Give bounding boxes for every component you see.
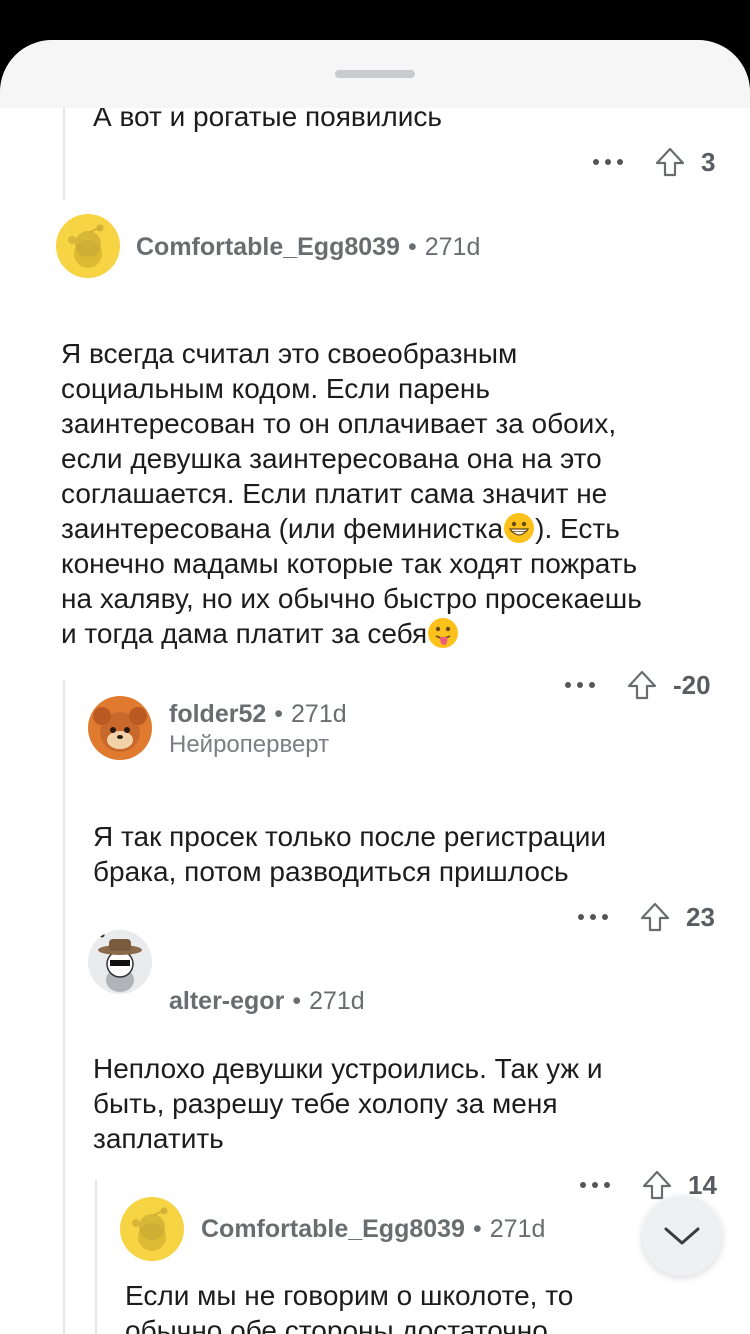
comment-body: Я всегда считал это своеобразным социаль… — [61, 336, 642, 651]
separator: • — [274, 699, 284, 728]
comment-line: если девушка заинтересована она на это — [61, 443, 602, 474]
comment-age: 271d — [489, 1214, 546, 1243]
score: -20 — [673, 669, 711, 700]
author-name[interactable]: alter-egor — [169, 987, 284, 1016]
separator: • — [407, 232, 417, 261]
comment-age: 271d — [424, 232, 481, 261]
comment-body: Я так просек только после регистрации бр… — [93, 821, 607, 887]
comment-line-part: заинтересована (или феминистка — [61, 513, 504, 544]
author-name[interactable]: Comfortable_Egg8039 — [136, 233, 400, 262]
author-name[interactable]: Comfortable_Egg8039 — [201, 1215, 465, 1244]
grinning-face-emoji-icon — [504, 513, 535, 543]
mouse-avatar-icon — [93, 707, 147, 752]
more-icon[interactable] — [565, 680, 595, 690]
separator: • — [472, 1214, 482, 1243]
comment-line: социальным кодом. Если парень — [61, 373, 490, 404]
score: 3 — [701, 146, 716, 177]
more-icon[interactable] — [580, 1180, 610, 1190]
author-name[interactable]: folder52 — [169, 700, 266, 729]
drag-handle[interactable] — [335, 70, 415, 78]
comment-line: заинтересована (или феминистка ). Есть — [61, 511, 642, 546]
upvote-icon[interactable] — [653, 145, 687, 179]
more-icon[interactable] — [593, 157, 623, 167]
avatar[interactable] — [56, 214, 120, 278]
snoo-avatar-icon — [132, 1207, 168, 1251]
thread-line[interactable] — [95, 1180, 97, 1334]
comment-age: 271d — [309, 986, 365, 1015]
tongue-out-emoji-icon — [428, 618, 459, 648]
comment-age: 271d — [291, 699, 347, 728]
upvote-icon[interactable] — [638, 900, 672, 934]
upvote-icon[interactable] — [625, 668, 659, 702]
comment-line: на халяву, но их обычно быстро просекаеш… — [61, 583, 642, 614]
avatar[interactable] — [120, 1197, 184, 1261]
comment-body: Неплохо девушки устроились. Так уж и быт… — [93, 1053, 603, 1154]
cowboy-snoo-avatar-icon — [98, 932, 142, 992]
comment-actions: 3 — [593, 142, 715, 182]
comments-sheet: А вот и рогатые появились 3 Comfortable_… — [0, 40, 750, 1334]
author-row: Comfortable_Egg8039 • 271d — [136, 230, 480, 264]
comment-line: конечно мадамы которые так ходят пожрать — [61, 548, 638, 579]
comment-line-part: ). Есть — [535, 513, 620, 544]
scroll-next-button[interactable] — [642, 1196, 722, 1276]
avatar[interactable] — [88, 930, 152, 994]
author-row: folder52 • 271d — [169, 697, 347, 731]
author-row: Comfortable_Egg8039 • 271d — [201, 1212, 545, 1246]
comment-line: Я всегда считал это своеобразным — [61, 338, 518, 369]
comment-body: Если мы не говорим о школоте, то обычно … — [125, 1280, 574, 1334]
snoo-avatar-icon — [68, 224, 104, 268]
comment-actions: -20 — [565, 665, 711, 705]
thread-line[interactable] — [63, 680, 65, 1334]
avatar[interactable] — [88, 696, 152, 760]
comment-actions: 23 — [578, 897, 715, 937]
user-flair: Нейроперверт — [169, 731, 330, 758]
separator: • — [292, 986, 302, 1015]
sheet-header[interactable] — [0, 40, 750, 108]
author-row: alter-egor • 271d — [169, 984, 365, 1018]
score: 14 — [688, 1169, 717, 1200]
comment-line: соглашается. Если платит сама значит не — [61, 478, 608, 509]
comment-line: заинтересован то он оплачивает за обоих, — [61, 408, 617, 439]
chevron-down-icon — [664, 1227, 700, 1245]
score: 23 — [686, 901, 715, 932]
comment-line-part: и тогда дама платит за себя — [61, 618, 428, 649]
more-icon[interactable] — [578, 912, 608, 922]
comment-line: и тогда дама платит за себя — [61, 616, 642, 651]
thread-line[interactable] — [63, 100, 65, 200]
